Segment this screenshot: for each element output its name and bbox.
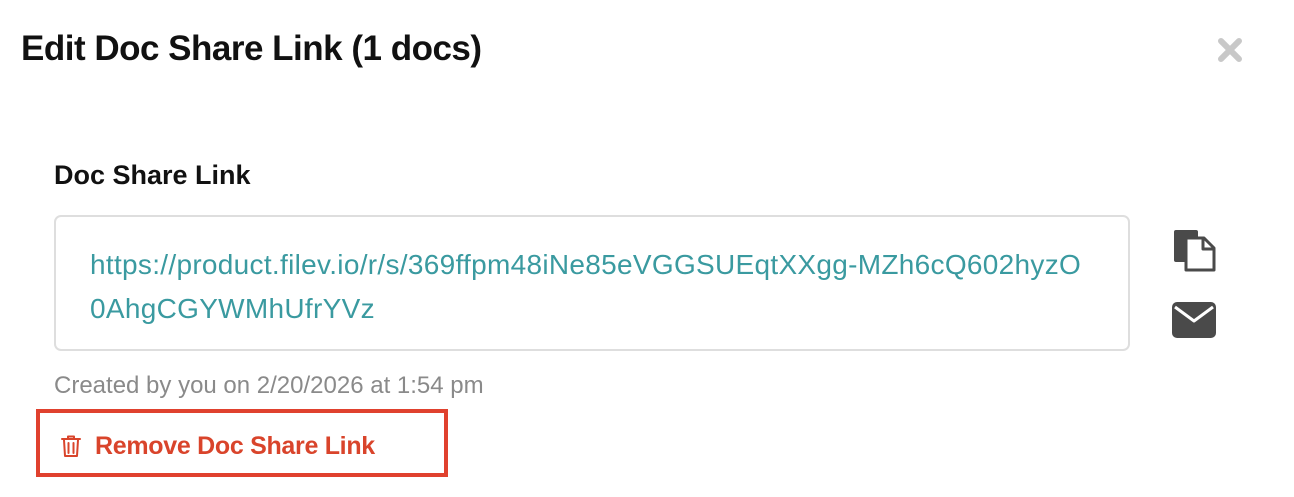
created-info: Created by you on 2/20/2026 at 1:54 pm (54, 372, 484, 399)
email-link-button[interactable] (1172, 302, 1216, 338)
close-button[interactable] (1216, 36, 1244, 64)
trash-icon (61, 435, 81, 457)
edit-share-link-dialog: Edit Doc Share Link (1 docs) Doc Share L… (0, 0, 1294, 497)
remove-link-highlight: Remove Doc Share Link (36, 409, 448, 477)
copy-link-button[interactable] (1172, 228, 1216, 272)
share-link-field[interactable]: https://product.filev.io/r/s/369ffpm48iN… (54, 215, 1130, 351)
remove-share-link-label: Remove Doc Share Link (95, 432, 375, 460)
envelope-icon (1172, 302, 1216, 338)
close-icon (1218, 38, 1242, 62)
dialog-title: Edit Doc Share Link (1 docs) (21, 29, 482, 68)
share-link-label: Doc Share Link (54, 160, 251, 190)
share-link-url[interactable]: https://product.filev.io/r/s/369ffpm48iN… (90, 243, 1090, 331)
copy-icon (1174, 230, 1216, 272)
remove-share-link-button[interactable]: Remove Doc Share Link (60, 430, 375, 462)
